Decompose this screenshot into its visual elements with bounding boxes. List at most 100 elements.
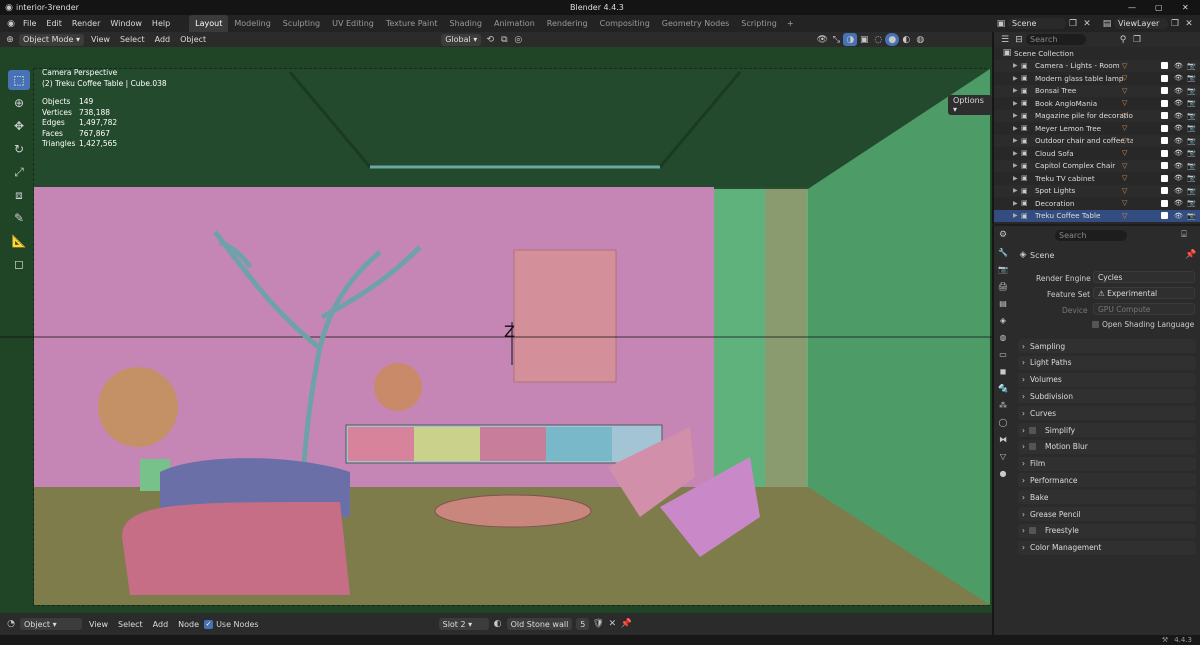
render-camera-icon[interactable]: 📷 (1187, 149, 1196, 157)
outliner-item-modern-glass-table-lamp[interactable]: ▶ ▣ Modern glass table lamp ▽ 👁 📷 (994, 72, 1200, 85)
add-cube-tool[interactable]: ◻ (8, 254, 30, 274)
node-menu-node[interactable]: Node (173, 620, 204, 629)
panel-simplify[interactable]: › Simplify (1018, 423, 1196, 437)
panel-light-paths[interactable]: › Light Paths (1018, 355, 1196, 370)
modifier-tab-icon[interactable]: 🔩 (997, 382, 1009, 395)
panel-sampling[interactable]: › Sampling (1018, 339, 1196, 353)
expand-arrow-icon[interactable]: ▶ (1013, 137, 1018, 144)
outliner-item-treku-coffee-table[interactable]: ▶ ▣ Treku Coffee Table ▽ 👁 📷 (994, 209, 1200, 222)
render-camera-icon[interactable]: 📷 (1187, 74, 1196, 82)
tab-sculpting[interactable]: Sculpting (277, 15, 326, 32)
view-layer-tab-icon[interactable]: ▤ (997, 297, 1009, 310)
exclude-checkbox[interactable] (1161, 99, 1168, 107)
outliner-item-cloud-sofa[interactable]: ▶ ▣ Cloud Sofa ▽ 👁 📷 (994, 147, 1200, 160)
exclude-checkbox[interactable] (1161, 149, 1168, 157)
exclude-checkbox[interactable] (1161, 137, 1168, 145)
render-engine-dropdown[interactable]: Cycles (1093, 271, 1195, 283)
outliner-item-meyer-lemon-tree[interactable]: ▶ ▣ Meyer Lemon Tree ▽ 👁 📷 (994, 122, 1200, 135)
select-box-tool[interactable]: ⬚ (8, 70, 30, 90)
visibility-eye-icon[interactable]: 👁 (1174, 137, 1183, 145)
fake-user-icon[interactable]: 🛡 (591, 618, 605, 631)
visibility-eye-icon[interactable]: 👁 (1174, 87, 1183, 95)
expand-arrow-icon[interactable]: ▶ (1013, 100, 1018, 107)
data-tab-icon[interactable]: ▽ (997, 450, 1009, 463)
feature-set-dropdown[interactable]: ⚠ Experimental (1093, 287, 1195, 299)
render-camera-icon[interactable]: 📷 (1187, 99, 1196, 107)
visibility-eye-icon[interactable]: 👁 (1174, 149, 1183, 157)
osl-checkbox[interactable] (1092, 321, 1099, 328)
render-camera-icon[interactable]: 📷 (1187, 137, 1196, 145)
tab-layout[interactable]: Layout (189, 15, 229, 32)
snap-icon[interactable]: ⧉ (497, 33, 511, 46)
panel-freestyle[interactable]: › Freestyle (1018, 523, 1196, 538)
slot-dropdown[interactable]: Slot 2 ▾ (438, 618, 489, 630)
scene-collection-row[interactable]: ▣ Scene Collection (994, 47, 1200, 60)
render-camera-icon[interactable]: 📷 (1187, 162, 1196, 170)
menu-window[interactable]: Window (105, 19, 147, 28)
outliner-item-outdoor-chair-and-coffee-table[interactable]: ▶▣ Outdoor chair and coffee table▽ 👁 📷 (994, 134, 1200, 147)
gizmo-icon[interactable]: ⤡ (829, 33, 843, 46)
outliner-item-capitol-complex-chair[interactable]: ▶ ▣ Capitol Complex Chair ▽ 👁 📷 (994, 159, 1200, 172)
shader-type-dropdown[interactable]: Object ▾ (20, 618, 82, 630)
visibility-eye-icon[interactable]: 👁 (1174, 162, 1183, 170)
material-browse-icon[interactable]: ◐ (491, 618, 505, 631)
add-workspace-button[interactable]: + (783, 19, 798, 28)
exclude-checkbox[interactable] (1161, 162, 1168, 170)
viewport-menu-add[interactable]: Add (150, 35, 176, 44)
exclude-checkbox[interactable] (1161, 174, 1168, 182)
render-camera-icon[interactable]: 📷 (1187, 124, 1196, 132)
3d-viewport[interactable]: Z Options ▾ (0, 47, 992, 613)
properties-editor-icon[interactable]: ⚙ (996, 229, 1010, 242)
material-shading-icon[interactable]: ◐ (899, 33, 913, 46)
panel-grease-pencil[interactable]: › Grease Pencil (1018, 507, 1196, 521)
display-mode-icon[interactable]: ⊟ (1012, 33, 1026, 46)
expand-arrow-icon[interactable]: ▶ (1013, 62, 1018, 69)
close-button[interactable]: ✕ (1182, 3, 1189, 12)
outliner-item-bonsai-tree[interactable]: ▶ ▣ Bonsai Tree ▽ 👁 📷 (994, 84, 1200, 97)
proportional-edit-icon[interactable]: ◎ (511, 33, 525, 46)
exclude-checkbox[interactable] (1161, 199, 1168, 207)
pivot-icon[interactable]: ⟲ (483, 33, 497, 46)
xray-icon[interactable]: ▣ (857, 33, 871, 46)
delete-view-layer-icon[interactable]: ✕ (1182, 17, 1196, 30)
exclude-checkbox[interactable] (1161, 62, 1168, 70)
visibility-eye-icon[interactable]: 👁 (1174, 124, 1183, 132)
menu-edit[interactable]: Edit (41, 19, 67, 28)
scene-selector[interactable]: ▣ Scene ❐ ✕ (994, 17, 1094, 30)
visibility-eye-icon[interactable]: 👁 (1174, 174, 1183, 182)
expand-arrow-icon[interactable]: ▶ (1013, 212, 1018, 219)
output-tab-icon[interactable]: 🖨 (997, 280, 1009, 293)
outliner-item-spot-lights[interactable]: ▶ ▣ Spot Lights ▽ 👁 📷 (994, 184, 1200, 197)
measure-tool[interactable]: 📐 (8, 231, 30, 251)
panel-bake[interactable]: › Bake (1018, 490, 1196, 505)
overlay-icon[interactable]: ◑ (843, 33, 858, 46)
world-tab-icon[interactable]: ◍ (997, 331, 1009, 344)
tab-shading[interactable]: Shading (443, 15, 488, 32)
outliner-editor-icon[interactable]: ☰ (998, 33, 1012, 46)
expand-arrow-icon[interactable]: ▶ (1013, 87, 1018, 94)
viewport-menu-select[interactable]: Select (115, 35, 150, 44)
pin-icon[interactable]: 📌 (1184, 249, 1196, 261)
collection-tab-icon[interactable]: ▭ (997, 348, 1009, 361)
tab-texture-paint[interactable]: Texture Paint (380, 15, 444, 32)
tab-compositing[interactable]: Compositing (594, 15, 656, 32)
tab-scripting[interactable]: Scripting (735, 15, 783, 32)
physics-tab-icon[interactable]: ◯ (997, 416, 1009, 429)
editor-type-icon[interactable]: ⊕ (3, 33, 17, 46)
visibility-eye-icon[interactable]: 👁 (1174, 112, 1183, 120)
outliner-item-decoration[interactable]: ▶ ▣ Decoration ▽ 👁 📷 (994, 197, 1200, 210)
panel-volumes[interactable]: › Volumes (1018, 372, 1196, 387)
pin-icon[interactable]: 📌 (619, 618, 633, 631)
tool-tab-icon[interactable]: 🔧 (997, 246, 1009, 259)
scale-tool[interactable]: ⤢ (8, 162, 30, 182)
expand-arrow-icon[interactable]: ▶ (1013, 112, 1018, 119)
new-scene-icon[interactable]: ❐ (1066, 17, 1080, 30)
rendered-shading-icon[interactable]: ◍ (913, 33, 927, 46)
constraints-tab-icon[interactable]: ⧓ (997, 433, 1009, 446)
tab-modeling[interactable]: Modeling (228, 15, 276, 32)
visibility-eye-icon[interactable]: 👁 (1174, 62, 1183, 70)
device-dropdown[interactable]: GPU Compute (1093, 303, 1195, 315)
annotate-tool[interactable]: ✎ (8, 208, 30, 228)
expand-arrow-icon[interactable]: ▶ (1013, 187, 1018, 194)
visibility-eye-icon[interactable]: 👁 (1174, 199, 1183, 207)
